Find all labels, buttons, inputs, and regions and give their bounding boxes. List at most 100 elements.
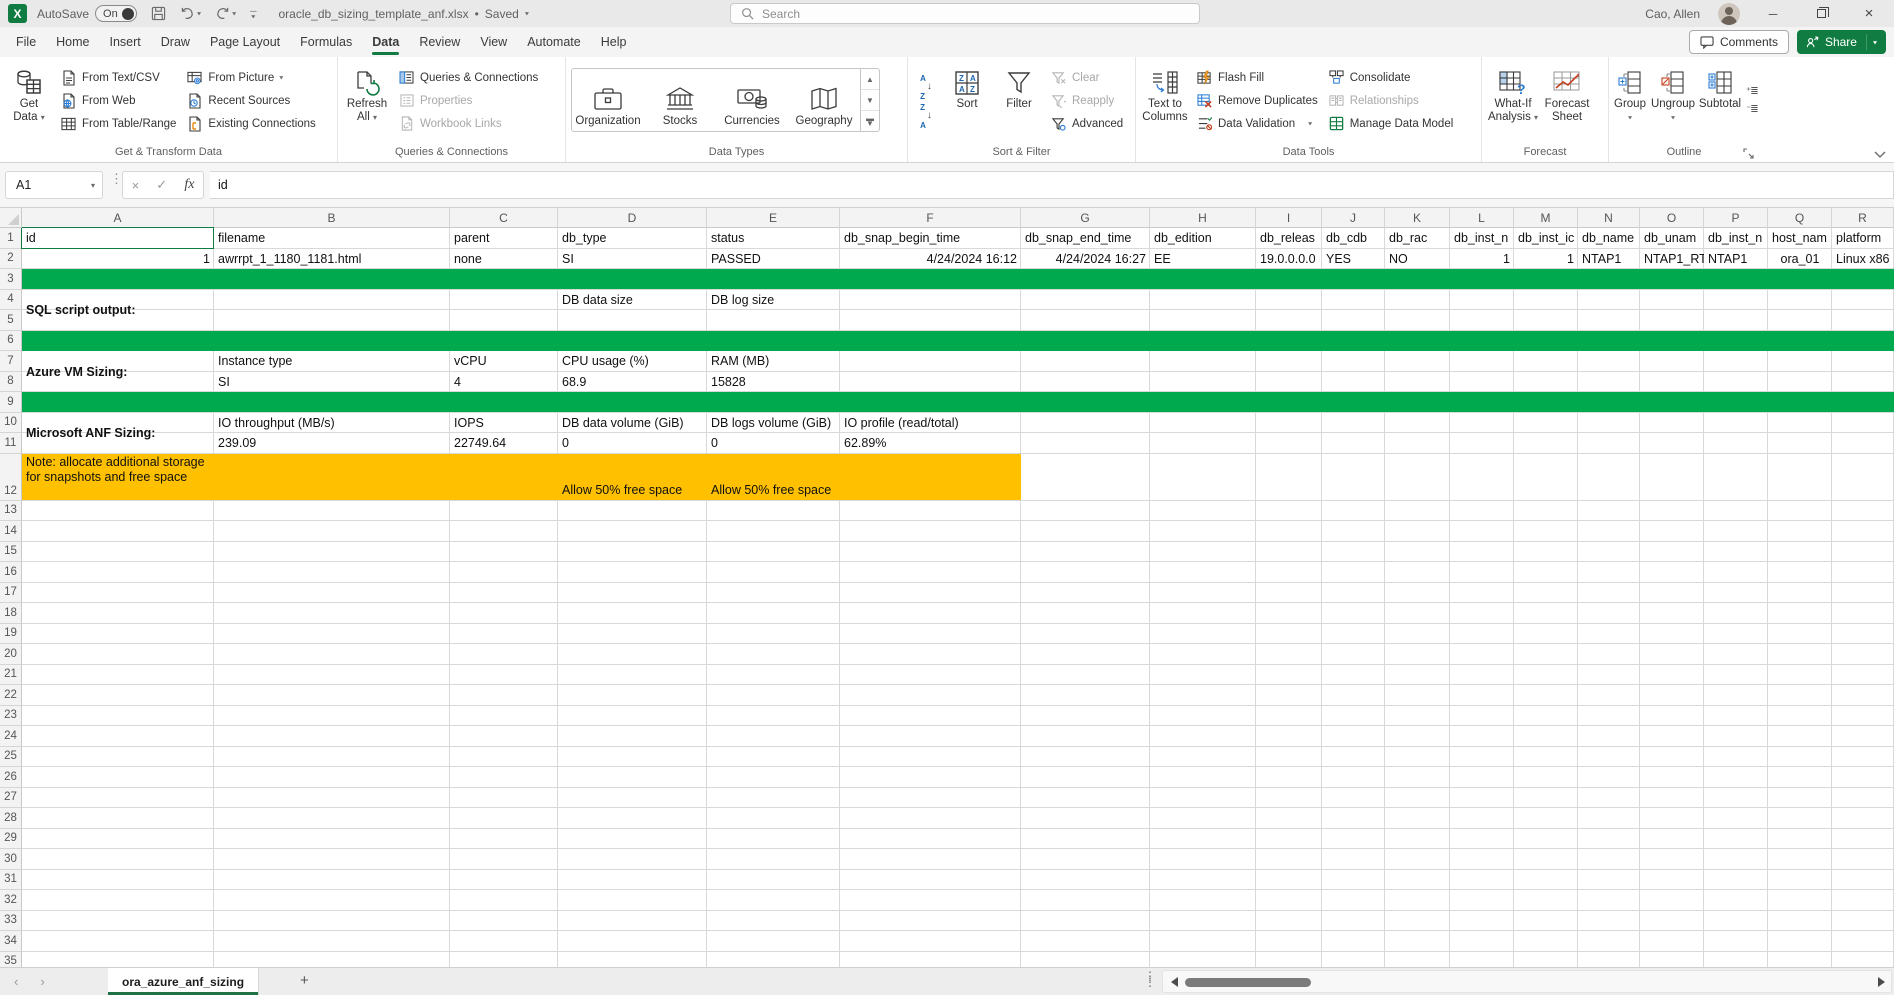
avatar[interactable] bbox=[1718, 3, 1740, 25]
column-header-B[interactable]: B bbox=[214, 208, 450, 228]
column-header-C[interactable]: C bbox=[450, 208, 558, 228]
column-header-N[interactable]: N bbox=[1578, 208, 1640, 228]
row-header-6[interactable]: 6 bbox=[0, 331, 22, 352]
row-header-32[interactable]: 32 bbox=[0, 890, 22, 911]
show-detail-icon[interactable]: ⁺≣ bbox=[1746, 87, 1758, 97]
cell-B8[interactable]: SI bbox=[214, 372, 450, 393]
row-header-4[interactable]: 4 bbox=[0, 290, 22, 311]
search-input[interactable]: Search bbox=[730, 3, 1200, 24]
column-header-G[interactable]: G bbox=[1021, 208, 1150, 228]
tab-scroll-handle[interactable]: ⋮⋮ bbox=[1144, 973, 1156, 985]
select-all-corner[interactable] bbox=[0, 208, 22, 228]
undo-button[interactable]: ▾ bbox=[180, 7, 201, 20]
row-header-8[interactable]: 8 bbox=[0, 372, 22, 393]
data-validation-button[interactable]: Data Validation ▾ bbox=[1193, 113, 1321, 134]
column-header-A[interactable]: A bbox=[22, 208, 214, 228]
cell-P1[interactable]: db_inst_n bbox=[1704, 228, 1768, 249]
next-sheet-icon[interactable]: › bbox=[40, 974, 44, 989]
cell-D1[interactable]: db_type bbox=[558, 228, 707, 249]
sheet-grid[interactable]: ABCDEFGHIJKLMNOPQR1234567891011121314151… bbox=[0, 208, 1894, 967]
column-header-M[interactable]: M bbox=[1514, 208, 1578, 228]
cell-E7[interactable]: RAM (MB) bbox=[707, 351, 840, 372]
sort-az-button[interactable]: AZ↓ bbox=[913, 75, 939, 98]
column-header-O[interactable]: O bbox=[1640, 208, 1704, 228]
refresh-all-button[interactable]: Refresh All ▾ bbox=[341, 63, 393, 138]
cell-C2[interactable]: none bbox=[450, 249, 558, 270]
flash-fill-button[interactable]: Flash Fill bbox=[1193, 67, 1321, 88]
sort-za-button[interactable]: ZA↓ bbox=[913, 104, 939, 127]
filter-button[interactable]: Filter bbox=[993, 63, 1045, 138]
advanced-filter-button[interactable]: Advanced bbox=[1047, 113, 1126, 134]
tab-automate[interactable]: Automate bbox=[517, 27, 591, 57]
cell-F10[interactable]: IO profile (read/total) bbox=[840, 413, 1021, 434]
subtotal-button[interactable]: Subtotal bbox=[1696, 63, 1744, 138]
consolidate-button[interactable]: Consolidate bbox=[1325, 67, 1457, 88]
scroll-right-icon[interactable] bbox=[1878, 977, 1885, 987]
row-header-21[interactable]: 21 bbox=[0, 665, 22, 686]
cell-B1[interactable]: filename bbox=[214, 228, 450, 249]
cell-N2[interactable]: NTAP1 bbox=[1578, 249, 1640, 270]
gallery-up-icon[interactable]: ▲ bbox=[861, 69, 879, 90]
tab-help[interactable]: Help bbox=[591, 27, 637, 57]
row-header-29[interactable]: 29 bbox=[0, 829, 22, 850]
row-header-25[interactable]: 25 bbox=[0, 747, 22, 768]
column-header-F[interactable]: F bbox=[840, 208, 1021, 228]
name-box[interactable]: A1 ▾ bbox=[5, 171, 103, 199]
gallery-down-icon[interactable]: ▼ bbox=[861, 90, 879, 111]
row-header-33[interactable]: 33 bbox=[0, 911, 22, 932]
row-header-35[interactable]: 35 bbox=[0, 952, 22, 968]
row-header-28[interactable]: 28 bbox=[0, 808, 22, 829]
cell-M1[interactable]: db_inst_ic bbox=[1514, 228, 1578, 249]
tab-home[interactable]: Home bbox=[46, 27, 99, 57]
cell-N1[interactable]: db_name bbox=[1578, 228, 1640, 249]
queries-connections-button[interactable]: Queries & Connections bbox=[395, 67, 541, 88]
horizontal-scrollbar[interactable] bbox=[1162, 970, 1892, 993]
cell-I1[interactable]: db_releas bbox=[1256, 228, 1322, 249]
cell-D11[interactable]: 0 bbox=[558, 433, 707, 454]
cell-A1[interactable]: id bbox=[22, 228, 214, 249]
cell-A2[interactable]: 1 bbox=[22, 249, 214, 270]
cell-B11[interactable]: 239.09 bbox=[214, 433, 450, 454]
group-button[interactable]: Group ▾ bbox=[1610, 63, 1650, 138]
cell-P2[interactable]: NTAP1 bbox=[1704, 249, 1768, 270]
cell-F11[interactable]: 62.89% bbox=[840, 433, 1021, 454]
data-type-geography[interactable]: Geography bbox=[788, 69, 860, 131]
cell-Q2[interactable]: ora_01 bbox=[1768, 249, 1832, 270]
row-header-22[interactable]: 22 bbox=[0, 685, 22, 706]
cell-B2[interactable]: awrrpt_1_1180_1181.html bbox=[214, 249, 450, 270]
column-header-L[interactable]: L bbox=[1450, 208, 1514, 228]
cell-E2[interactable]: PASSED bbox=[707, 249, 840, 270]
column-header-K[interactable]: K bbox=[1385, 208, 1450, 228]
tab-data[interactable]: Data bbox=[362, 27, 409, 57]
cell-H2[interactable]: EE bbox=[1150, 249, 1256, 270]
cell-A7[interactable]: Azure VM Sizing: bbox=[22, 351, 214, 392]
cell-E4[interactable]: DB log size bbox=[707, 290, 840, 311]
cell-G2[interactable]: 4/24/2024 16:27 bbox=[1021, 249, 1150, 270]
column-header-R[interactable]: R bbox=[1832, 208, 1894, 228]
formula-input[interactable]: id bbox=[210, 171, 1894, 199]
row-header-7[interactable]: 7 bbox=[0, 351, 22, 372]
remove-duplicates-button[interactable]: Remove Duplicates bbox=[1193, 90, 1321, 111]
forecast-sheet-button[interactable]: Forecast Sheet bbox=[1541, 63, 1593, 138]
from-table-range-button[interactable]: From Table/Range bbox=[57, 113, 179, 134]
name-box-dropdown-icon[interactable]: ▾ bbox=[91, 181, 95, 190]
get-data-button[interactable]: Get Data ▾ bbox=[3, 63, 55, 138]
green-band-row-9[interactable] bbox=[22, 392, 1894, 412]
share-dropdown-icon[interactable]: ▾ bbox=[1873, 38, 1877, 45]
tab-insert[interactable]: Insert bbox=[100, 27, 151, 57]
cell-I2[interactable]: 19.0.0.0.0 bbox=[1256, 249, 1322, 270]
cell-D12[interactable]: Allow 50% free space bbox=[558, 454, 707, 501]
close-icon[interactable]: × bbox=[1854, 5, 1884, 22]
cell-B10[interactable]: IO throughput (MB/s) bbox=[214, 413, 450, 434]
cell-D7[interactable]: CPU usage (%) bbox=[558, 351, 707, 372]
row-header-30[interactable]: 30 bbox=[0, 849, 22, 870]
cell-D8[interactable]: 68.9 bbox=[558, 372, 707, 393]
row-header-20[interactable]: 20 bbox=[0, 644, 22, 665]
cell-C7[interactable]: vCPU bbox=[450, 351, 558, 372]
cell-E8[interactable]: 15828 bbox=[707, 372, 840, 393]
tab-review[interactable]: Review bbox=[409, 27, 470, 57]
gallery-more-icon[interactable]: ▬▼ bbox=[861, 111, 879, 131]
excel-logo-icon[interactable]: X bbox=[8, 4, 27, 23]
prev-sheet-icon[interactable]: ‹ bbox=[14, 974, 18, 989]
row-header-5[interactable]: 5 bbox=[0, 310, 22, 331]
